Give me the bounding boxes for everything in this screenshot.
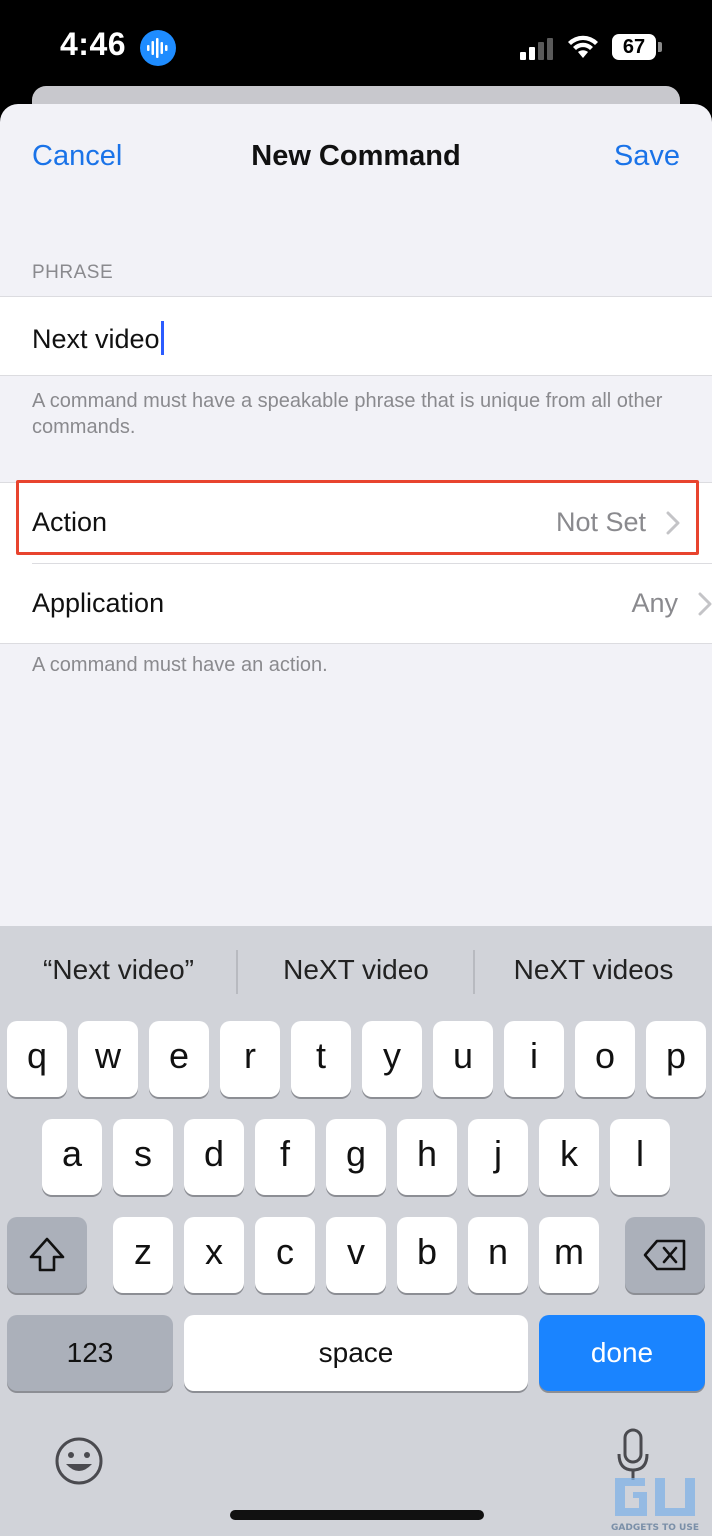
application-row[interactable]: Application Any — [32, 563, 712, 643]
key-k[interactable]: k — [539, 1119, 599, 1195]
done-key[interactable]: done — [539, 1315, 705, 1391]
key-p[interactable]: p — [646, 1021, 706, 1097]
key-o[interactable]: o — [575, 1021, 635, 1097]
gadgets-to-use-watermark: GADGETS TO USE — [605, 1456, 705, 1536]
key-f[interactable]: f — [255, 1119, 315, 1195]
suggestion-1[interactable]: “Next video” — [0, 954, 237, 986]
suggestion-3[interactable]: NeXT videos — [475, 954, 712, 986]
shift-key[interactable] — [7, 1217, 87, 1293]
action-footer-note: A command must have an action. — [32, 654, 328, 676]
suggestion-2[interactable]: NeXT video — [238, 954, 474, 986]
svg-text:GADGETS TO USE: GADGETS TO USE — [611, 1523, 699, 1533]
cancel-button[interactable]: Cancel — [32, 140, 122, 173]
key-w[interactable]: w — [78, 1021, 138, 1097]
home-indicator[interactable] — [230, 1510, 484, 1520]
phrase-input[interactable]: Next video — [32, 321, 164, 355]
phrase-footer-note: A command must have a speakable phrase t… — [32, 390, 663, 438]
key-g[interactable]: g — [326, 1119, 386, 1195]
key-n[interactable]: n — [468, 1217, 528, 1293]
key-q[interactable]: q — [7, 1021, 67, 1097]
key-c[interactable]: c — [255, 1217, 315, 1293]
battery-indicator: 67 — [612, 34, 656, 60]
key-a[interactable]: a — [42, 1119, 102, 1195]
application-value: Any — [631, 588, 678, 618]
new-command-sheet: New Command Cancel Save PHRASE Next vide… — [0, 104, 712, 926]
keyboard: “Next video” NeXT video NeXT videos q w … — [0, 926, 712, 1536]
cellular-signal-icon — [520, 38, 553, 60]
chevron-right-icon — [698, 592, 712, 616]
battery-tip — [658, 42, 662, 52]
backspace-key[interactable] — [625, 1217, 705, 1293]
key-l[interactable]: l — [610, 1119, 670, 1195]
save-button[interactable]: Save — [614, 140, 680, 173]
key-h[interactable]: h — [397, 1119, 457, 1195]
key-y[interactable]: y — [362, 1021, 422, 1097]
key-e[interactable]: e — [149, 1021, 209, 1097]
wifi-icon — [568, 35, 598, 58]
phrase-input-row[interactable]: Next video — [0, 296, 712, 376]
key-v[interactable]: v — [326, 1217, 386, 1293]
key-d[interactable]: d — [184, 1119, 244, 1195]
space-key[interactable]: space — [184, 1315, 528, 1391]
key-z[interactable]: z — [113, 1217, 173, 1293]
key-i[interactable]: i — [504, 1021, 564, 1097]
phrase-value: Next video — [32, 324, 160, 354]
key-j[interactable]: j — [468, 1119, 528, 1195]
voice-control-icon — [140, 30, 176, 66]
action-highlight-box — [16, 480, 699, 555]
key-x[interactable]: x — [184, 1217, 244, 1293]
suggestion-bar: “Next video” NeXT video NeXT videos — [0, 926, 712, 1016]
backspace-icon — [643, 1239, 686, 1271]
key-t[interactable]: t — [291, 1021, 351, 1097]
status-time: 4:46 — [60, 26, 127, 62]
key-b[interactable]: b — [397, 1217, 457, 1293]
application-label: Application — [32, 588, 165, 618]
key-u[interactable]: u — [433, 1021, 493, 1097]
numbers-key[interactable]: 123 — [7, 1315, 173, 1391]
key-s[interactable]: s — [113, 1119, 173, 1195]
shift-icon — [29, 1237, 65, 1272]
text-caret — [160, 321, 164, 355]
key-m[interactable]: m — [539, 1217, 599, 1293]
key-r[interactable]: r — [220, 1021, 280, 1097]
status-bar: 4:46 67 — [0, 0, 712, 96]
phrase-section-header: PHRASE — [32, 262, 114, 283]
emoji-icon[interactable] — [54, 1436, 104, 1486]
